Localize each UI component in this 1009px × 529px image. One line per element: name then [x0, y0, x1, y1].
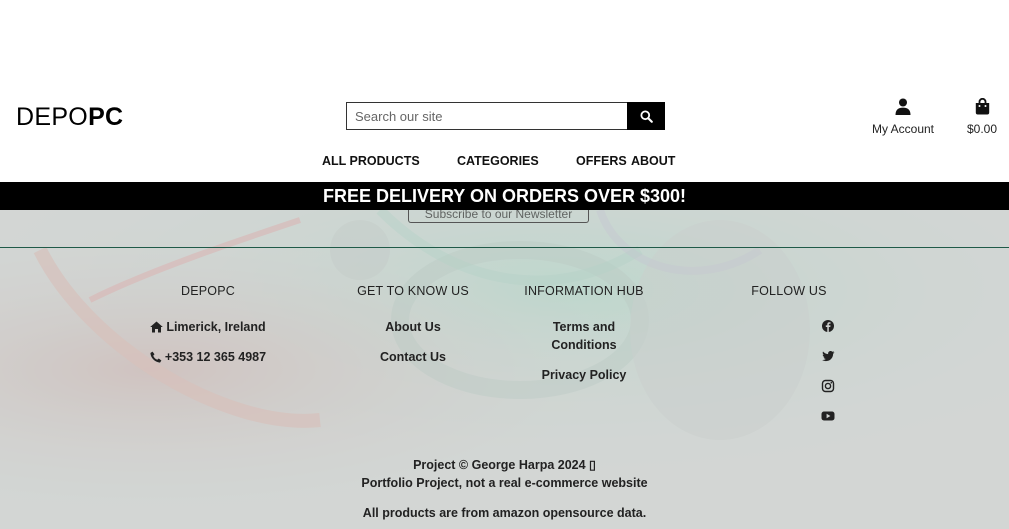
- footer-column-depopc: DEPOPC Limerick, Ireland +353 12 365 498…: [118, 284, 298, 378]
- twitter-icon[interactable]: [820, 348, 836, 364]
- facebook-icon[interactable]: [820, 318, 836, 334]
- footer-link-terms[interactable]: Terms and Conditions: [548, 318, 620, 354]
- nav-about[interactable]: ABOUT: [631, 154, 675, 168]
- search-icon: [639, 109, 653, 123]
- copyright-line-2: Portfolio Project, not a real e-commerce…: [361, 476, 648, 490]
- nav-offers[interactable]: OFFERS: [576, 154, 627, 168]
- footer-link-about-us[interactable]: About Us: [343, 318, 483, 336]
- cart-total: $0.00: [966, 122, 998, 136]
- cart-link[interactable]: $0.00: [963, 97, 1001, 136]
- footer-phone-text: +353 12 365 4987: [164, 350, 267, 364]
- main-nav: ALL PRODUCTS CATEGORIES OFFERS ABOUT: [0, 154, 1009, 170]
- nav-all-products[interactable]: ALL PRODUCTS: [322, 154, 420, 168]
- site-footer: DEPOPC Limerick, Ireland +353 12 365 498…: [0, 248, 1009, 529]
- footer-heading-information-hub: INFORMATION HUB: [524, 284, 644, 298]
- subscribe-newsletter-button[interactable]: Subscribe to our Newsletter: [408, 210, 589, 223]
- my-account-label: My Account: [871, 122, 935, 136]
- data-source-note: All products are from amazon opensource …: [362, 506, 647, 520]
- search-button[interactable]: [627, 102, 665, 130]
- free-delivery-banner: FREE DELIVERY ON ORDERS OVER $300!: [0, 182, 1009, 210]
- footer-copyright: Project © George Harpa 2024 ▯ Portfolio …: [0, 456, 1009, 522]
- footer-link-privacy-policy[interactable]: Privacy Policy: [519, 366, 649, 384]
- subscribe-newsletter-label: Subscribe to our Newsletter: [424, 210, 573, 221]
- site-logo[interactable]: DEPOPC: [16, 103, 123, 132]
- footer-column-follow-us: FOLLOW US: [739, 284, 839, 438]
- search-input[interactable]: [346, 102, 627, 130]
- my-account-link[interactable]: My Account: [868, 98, 938, 136]
- home-icon: [150, 321, 164, 333]
- footer-heading-follow-us: FOLLOW US: [751, 284, 827, 298]
- footer-column-information-hub: INFORMATION HUB Terms and Conditions Pri…: [519, 284, 649, 396]
- user-icon: [895, 98, 911, 115]
- footer-phone: +353 12 365 4987: [118, 348, 298, 366]
- instagram-icon[interactable]: [820, 378, 836, 394]
- site-header: DEPOPC My Account $0.00 ALL PRODUCTS CAT…: [0, 0, 1009, 182]
- shopping-bag-icon: [975, 97, 989, 115]
- youtube-icon[interactable]: [820, 408, 836, 424]
- footer-address: Limerick, Ireland: [118, 318, 298, 336]
- nav-categories[interactable]: CATEGORIES: [457, 154, 539, 168]
- logo-regular-text: DEPO: [16, 103, 89, 131]
- footer-heading-depopc: DEPOPC: [181, 284, 235, 298]
- footer-link-contact-us[interactable]: Contact Us: [343, 348, 483, 366]
- copyright-line-1: Project © George Harpa 2024 ▯: [413, 458, 596, 472]
- footer-column-get-to-know-us: GET TO KNOW US About Us Contact Us: [343, 284, 483, 378]
- search-form: [346, 102, 665, 130]
- footer-address-text: Limerick, Ireland: [166, 320, 266, 334]
- logo-bold-text: PC: [88, 103, 124, 131]
- phone-icon: [150, 351, 162, 363]
- footer-heading-get-to-know-us: GET TO KNOW US: [357, 284, 469, 298]
